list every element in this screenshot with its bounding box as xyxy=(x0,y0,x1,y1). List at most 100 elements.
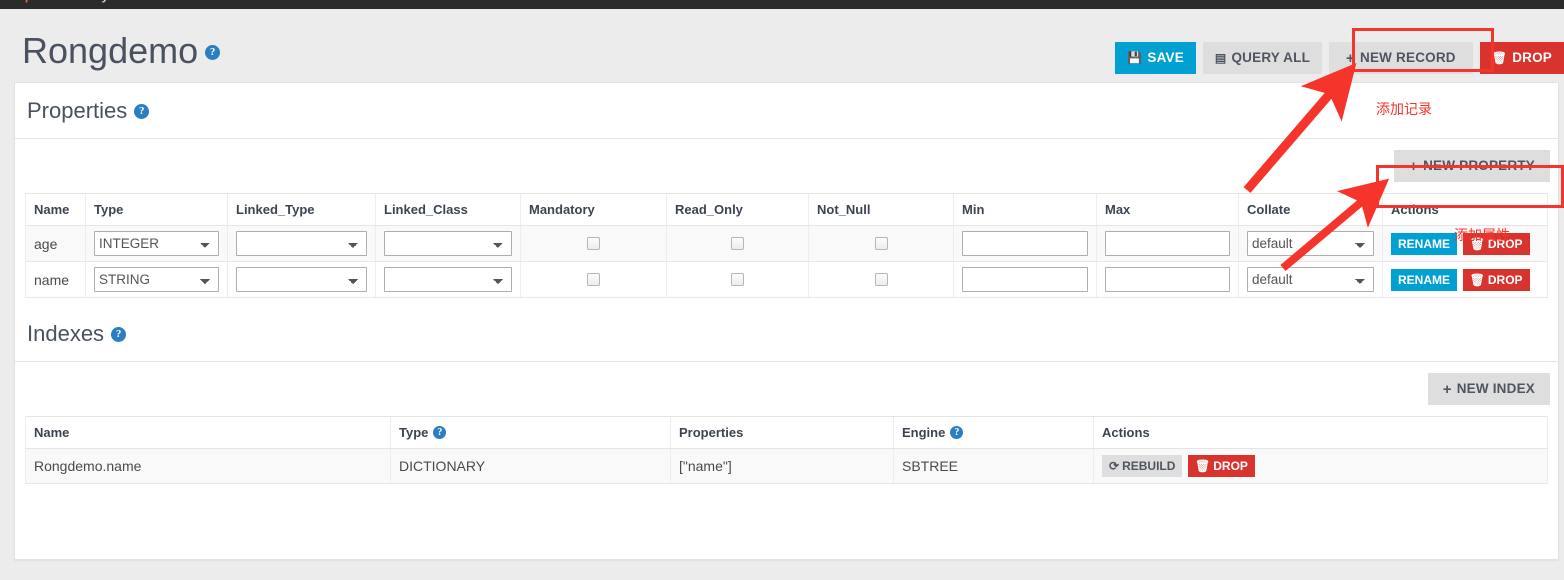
page-title: Rongdemo? xyxy=(22,30,221,71)
property-linked-class-cell xyxy=(375,225,521,262)
collate-select[interactable]: default xyxy=(1247,231,1374,256)
header-actions: 💾 SAVE ▤ QUERY ALL + NEW RECORD 🗑 DROP xyxy=(1115,42,1564,74)
col-not-null: Not_Null xyxy=(808,193,954,226)
idx-col-actions-label: Actions xyxy=(1102,425,1150,441)
col-name: Name xyxy=(25,193,86,226)
properties-table-head: Name Type Linked_Type Linked_Class Manda… xyxy=(25,193,1548,226)
idx-col-name: Name xyxy=(25,415,391,450)
col-min: Min xyxy=(953,193,1097,226)
property-mandatory-cell xyxy=(520,225,667,262)
properties-toolbar-right: + NEW PROPERTY xyxy=(1394,150,1550,182)
help-circle-icon[interactable]: ? xyxy=(205,44,221,60)
linked-type-select[interactable] xyxy=(236,231,367,256)
query-all-button[interactable]: ▤ QUERY ALL xyxy=(1202,42,1323,74)
help-circle-icon[interactable]: ? xyxy=(111,326,127,342)
drop-index-label: DROP xyxy=(1213,459,1248,474)
min-input[interactable] xyxy=(962,231,1088,256)
col-type: Type xyxy=(85,193,228,226)
property-mandatory-cell xyxy=(520,261,667,298)
idx-col-engine-label: Engine xyxy=(902,425,946,440)
save-button-label: SAVE xyxy=(1147,50,1184,65)
rename-property-button[interactable]: RENAME xyxy=(1391,232,1458,255)
property-min-cell xyxy=(953,225,1097,262)
idx-col-name-label: Name xyxy=(34,425,70,441)
indexes-header-row: Name Type? Properties Engine? Actions xyxy=(25,415,1548,450)
top-navbar: ƒ Community xyxy=(0,0,1564,9)
property-type-cell: INTEGER xyxy=(85,225,228,262)
idx-col-actions: Actions xyxy=(1093,415,1548,450)
not-null-checkbox[interactable] xyxy=(874,273,888,286)
property-collate-cell: default xyxy=(1238,225,1383,262)
help-circle-icon[interactable]: ? xyxy=(134,103,150,119)
rename-property-label: RENAME xyxy=(1398,236,1451,251)
collate-select[interactable]: default xyxy=(1247,267,1374,292)
property-linked-class-cell xyxy=(375,261,521,298)
property-read-only-cell xyxy=(666,225,809,262)
new-index-button-label: NEW INDEX xyxy=(1456,381,1535,396)
rebuild-index-label: REBUILD xyxy=(1122,459,1176,474)
table-row: name STRING default RENAME 🗑 DROP xyxy=(25,261,1548,298)
rebuild-index-button[interactable]: ⟳ REBUILD xyxy=(1102,455,1183,478)
read-only-checkbox[interactable] xyxy=(731,273,744,286)
min-input[interactable] xyxy=(962,267,1088,292)
new-index-button[interactable]: + NEW INDEX xyxy=(1427,373,1550,405)
plus-icon: + xyxy=(1346,49,1355,67)
property-name-cell: name xyxy=(25,261,86,298)
idx-col-type: Type? xyxy=(390,415,671,450)
trash-icon: 🗑 xyxy=(1469,236,1485,251)
indexes-table: Name Type? Properties Engine? Actions Ro… xyxy=(25,415,1548,485)
drop-property-button[interactable]: 🗑 DROP xyxy=(1462,232,1530,255)
linked-class-select[interactable] xyxy=(384,267,512,292)
navbar-brand-label: Community xyxy=(37,0,109,3)
save-floppy-icon: 💾 xyxy=(1127,51,1143,65)
drop-property-label: DROP xyxy=(1487,272,1523,287)
drop-property-label: DROP xyxy=(1487,236,1523,251)
property-linked-type-cell xyxy=(227,261,376,298)
mandatory-checkbox[interactable] xyxy=(587,273,600,286)
idx-col-properties-label: Properties xyxy=(679,425,744,441)
properties-table-body: age INTEGER default RENAME 🗑 DROP name S… xyxy=(25,225,1548,298)
property-actions-cell: RENAME 🗑 DROP xyxy=(1382,261,1548,298)
indexes-toolbar-right: + NEW INDEX xyxy=(1427,373,1550,405)
trash-icon: 🗑 xyxy=(1195,459,1211,474)
not-null-checkbox[interactable] xyxy=(874,237,888,250)
drop-property-button[interactable]: 🗑 DROP xyxy=(1462,268,1530,291)
index-engine-cell: SBTREE xyxy=(893,448,1094,485)
refresh-icon: ⟳ xyxy=(1109,459,1120,474)
max-input[interactable] xyxy=(1105,231,1230,256)
properties-toolbar: + NEW PROPERTY xyxy=(15,139,1558,193)
linked-class-select[interactable] xyxy=(384,231,512,256)
property-name-cell: age xyxy=(25,225,86,262)
rename-property-button[interactable]: RENAME xyxy=(1391,268,1458,291)
property-not-null-cell xyxy=(808,261,954,298)
navbar-brand[interactable]: ƒ Community xyxy=(24,0,109,3)
new-record-button[interactable]: + NEW RECORD xyxy=(1329,42,1473,74)
index-actions-cell: ⟳ REBUILD 🗑 DROP xyxy=(1093,448,1548,485)
table-row: age INTEGER default RENAME 🗑 DROP xyxy=(25,225,1548,262)
page-title-label: Rongdemo xyxy=(22,30,199,71)
new-record-button-label: NEW RECORD xyxy=(1360,50,1456,65)
help-circle-icon[interactable]: ? xyxy=(433,426,447,440)
indexes-section-title: Indexes? xyxy=(15,298,1558,361)
drop-class-button[interactable]: 🗑 DROP xyxy=(1479,42,1564,74)
drop-index-button[interactable]: 🗑 DROP xyxy=(1188,455,1255,478)
property-read-only-cell xyxy=(666,261,809,298)
linked-type-select[interactable] xyxy=(236,267,367,292)
index-type-cell: DICTIONARY xyxy=(390,448,671,485)
type-select[interactable]: STRING xyxy=(94,267,219,292)
property-min-cell xyxy=(953,261,1097,298)
brand-logo-icon: ƒ xyxy=(24,0,31,3)
property-linked-type-cell xyxy=(227,225,376,262)
class-editor-card: Properties? + NEW PROPERTY Name Type Link… xyxy=(14,82,1559,560)
col-read-only: Read_Only xyxy=(666,193,809,226)
save-button[interactable]: 💾 SAVE xyxy=(1115,42,1196,74)
rename-property-label: RENAME xyxy=(1398,272,1451,287)
read-only-checkbox[interactable] xyxy=(731,237,744,250)
type-select[interactable]: INTEGER xyxy=(94,231,219,256)
help-circle-icon[interactable]: ? xyxy=(950,426,964,440)
col-mandatory: Mandatory xyxy=(520,193,667,226)
properties-header-row: Name Type Linked_Type Linked_Class Manda… xyxy=(25,193,1548,226)
max-input[interactable] xyxy=(1105,267,1230,292)
new-property-button[interactable]: + NEW PROPERTY xyxy=(1394,150,1550,182)
mandatory-checkbox[interactable] xyxy=(587,237,600,250)
